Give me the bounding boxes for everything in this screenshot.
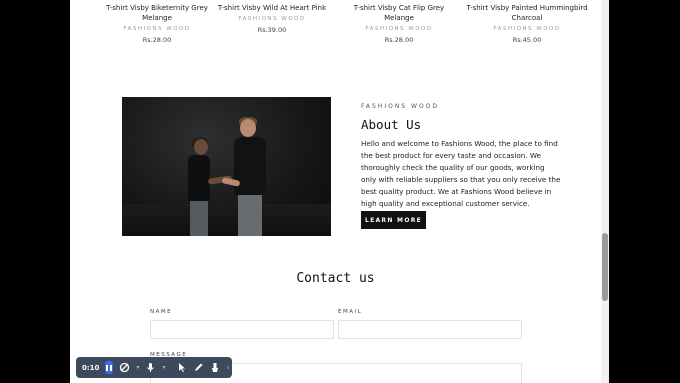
- product-vendor: FASHIONS WOOD: [238, 16, 306, 22]
- product-price: Rs.28.00: [384, 36, 414, 44]
- product-card[interactable]: T-shirt Visby Painted Hummingbird Charco…: [465, 3, 589, 45]
- learn-more-button[interactable]: LEARN MORE: [361, 211, 426, 229]
- cursor-icon[interactable]: [177, 362, 187, 374]
- product-vendor: FASHIONS WOOD: [493, 26, 561, 32]
- product-title[interactable]: T-shirt Visby Wild At Heart Pink: [213, 3, 331, 13]
- product-vendor: FASHIONS WOOD: [123, 26, 191, 32]
- highlighter-icon[interactable]: [210, 362, 220, 374]
- product-title[interactable]: T-shirt Visby Painted Hummingbird Charco…: [465, 3, 589, 23]
- chevron-down-icon[interactable]: ▾: [162, 364, 165, 371]
- about-heading: About Us: [361, 117, 422, 132]
- collapse-toolbar-icon[interactable]: ‹: [226, 363, 229, 372]
- store-page: T-shirt Visby Biketernity Grey Melange F…: [70, 0, 601, 383]
- screen-recorder-toolbar: 0:10 ▾ ▾ ‹: [76, 357, 232, 378]
- scrollbar-thumb[interactable]: [602, 233, 608, 301]
- about-image: [122, 97, 331, 236]
- name-field[interactable]: [150, 320, 334, 339]
- recording-time: 0:10: [82, 363, 100, 372]
- product-title[interactable]: T-shirt Visby Biketernity Grey Melange: [98, 3, 216, 23]
- product-card[interactable]: T-shirt Visby Biketernity Grey Melange F…: [98, 3, 216, 45]
- contact-title: Contact us: [296, 271, 375, 286]
- about-section: FASHIONS WOOD About Us Hello and welcome…: [361, 103, 561, 210]
- product-price: Rs.45.00: [512, 36, 542, 44]
- product-vendor: FASHIONS WOOD: [365, 26, 433, 32]
- pause-button[interactable]: [105, 361, 114, 374]
- webcam-icon[interactable]: [119, 362, 130, 374]
- page-scrollbar[interactable]: [601, 0, 609, 383]
- product-price: Rs.28.00: [142, 36, 172, 44]
- product-card[interactable]: T-shirt Visby Wild At Heart Pink FASHION…: [213, 3, 331, 35]
- product-card[interactable]: T-shirt Visby Cat Flip Grey Melange FASH…: [340, 3, 458, 45]
- about-eyebrow: FASHIONS WOOD: [361, 103, 440, 110]
- email-field[interactable]: [338, 320, 522, 339]
- chevron-down-icon[interactable]: ▾: [136, 364, 139, 371]
- pen-icon[interactable]: [193, 362, 204, 374]
- microphone-icon[interactable]: [145, 362, 156, 374]
- product-price: Rs.39.00: [257, 26, 287, 34]
- email-label: EMAIL: [338, 309, 363, 315]
- name-label: NAME: [150, 309, 173, 315]
- about-body: Hello and welcome to Fashions Wood, the …: [361, 139, 561, 208]
- product-title[interactable]: T-shirt Visby Cat Flip Grey Melange: [340, 3, 458, 23]
